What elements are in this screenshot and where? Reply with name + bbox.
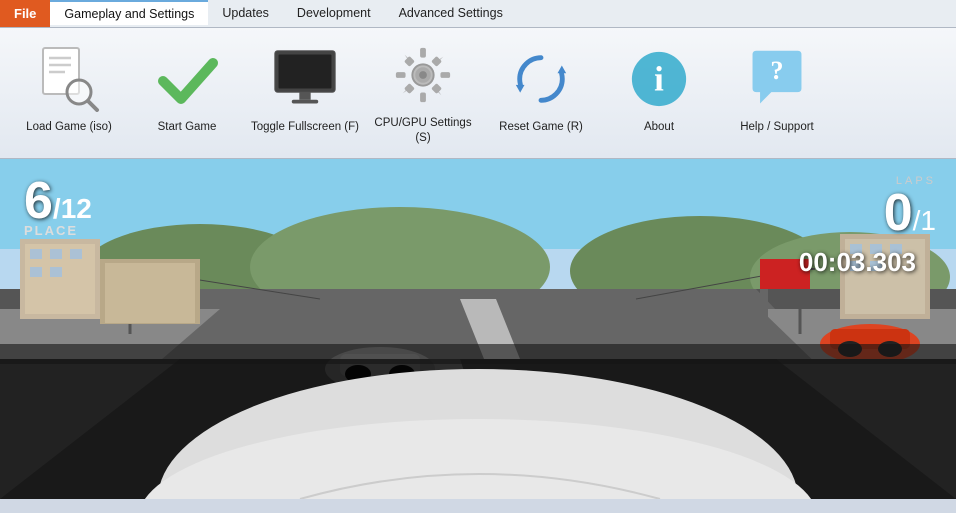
reset-game-button[interactable]: Reset Game (R): [482, 38, 600, 148]
reset-icon: [506, 44, 576, 114]
svg-text:i: i: [654, 60, 664, 99]
tab-advanced-settings[interactable]: Advanced Settings: [385, 0, 517, 27]
reset-game-label: Reset Game (R): [499, 120, 583, 135]
tab-updates[interactable]: Updates: [208, 0, 283, 27]
toggle-fullscreen-label: Toggle Fullscreen (F): [251, 120, 359, 135]
start-game-button[interactable]: Start Game: [128, 38, 246, 148]
load-icon: [34, 44, 104, 114]
toggle-fullscreen-button[interactable]: Toggle Fullscreen (F): [246, 38, 364, 148]
monitor-icon: [270, 44, 340, 114]
help-support-label: Help / Support: [740, 120, 814, 135]
load-game-label: Load Game (iso): [26, 120, 112, 135]
race-scene: [0, 159, 956, 499]
info-icon: i: [624, 44, 694, 114]
check-icon: [152, 44, 222, 114]
about-label: About: [644, 120, 674, 135]
menu-bar: File Gameplay and Settings Updates Devel…: [0, 0, 956, 28]
cpu-gpu-settings-label: CPU/GPU Settings (S): [368, 116, 478, 146]
start-game-label: Start Game: [158, 120, 217, 135]
help-icon: ?: [742, 44, 812, 114]
help-support-button[interactable]: ? Help / Support: [718, 38, 836, 148]
game-viewport: 6 / 12 PLACE LAPS 0 / 1 00:03.303: [0, 159, 956, 499]
about-button[interactable]: i About: [600, 38, 718, 148]
load-game-button[interactable]: Load Game (iso): [10, 38, 128, 148]
tab-development[interactable]: Development: [283, 0, 385, 27]
svg-text:?: ?: [770, 56, 783, 85]
toolbar: Load Game (iso) Start Game Toggle Fullsc…: [0, 28, 956, 159]
tab-gameplay[interactable]: Gameplay and Settings: [50, 0, 208, 27]
file-menu[interactable]: File: [0, 0, 50, 27]
gear-icon: [388, 40, 458, 110]
cpu-gpu-settings-button[interactable]: CPU/GPU Settings (S): [364, 34, 482, 152]
